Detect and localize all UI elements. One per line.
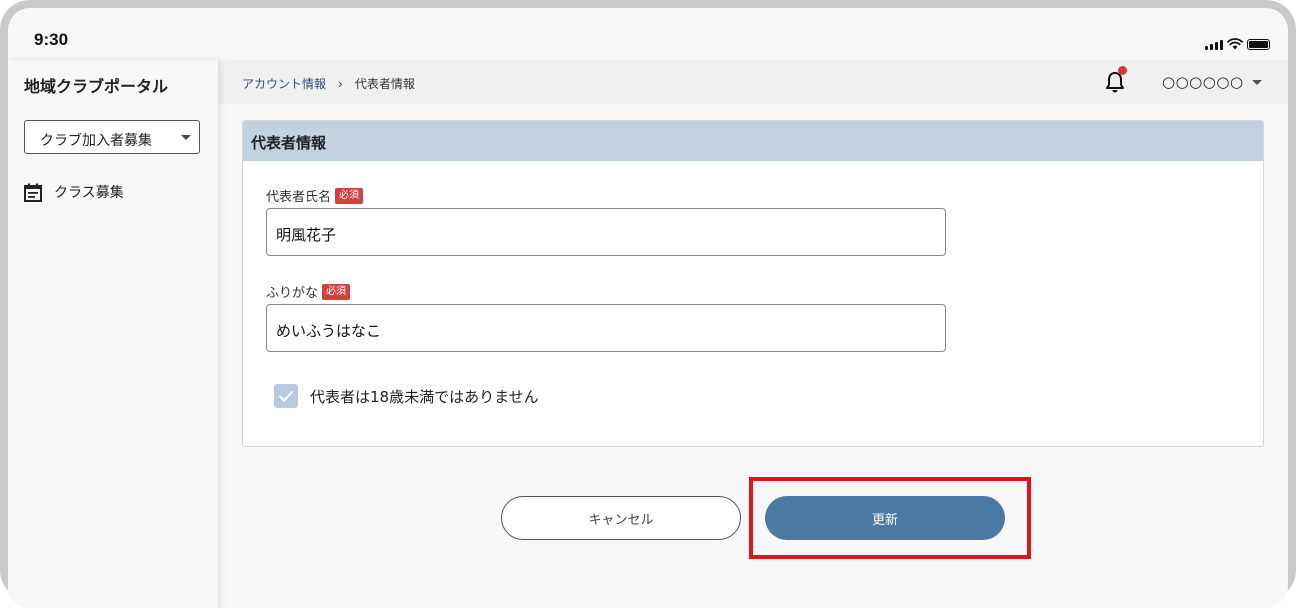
status-bar: 9:30 [8,8,1288,60]
representative-info-card: 代表者情報 代表者氏名 必須 明風花子 ふりがな 必須 めいふうはなこ 代表者は… [242,120,1264,447]
device-frame: 9:30 地域クラブポータル クラブ加入者募集 クラス募集 アカウント情報 › … [0,0,1296,608]
card-title: 代表者情報 [251,134,327,152]
input-value: 明風花子 [276,226,337,244]
sidebar: 地域クラブポータル クラブ加入者募集 クラス募集 [8,60,218,608]
user-name: ○○○○○○ [1162,73,1244,91]
furigana-input[interactable]: めいふうはなこ [266,304,946,352]
wifi-icon [1227,38,1243,50]
age-confirm-label: 代表者は18歳未満ではありません [310,387,539,406]
battery-icon [1247,39,1270,50]
sidebar-item-class-recruit[interactable]: クラス募集 [24,180,124,204]
breadcrumb-account-link[interactable]: アカウント情報 [242,75,326,92]
cancel-button[interactable]: キャンセル [501,496,741,540]
top-header: アカウント情報 › 代表者情報 ○○○○○○ [218,60,1288,104]
cellular-signal-icon [1205,39,1223,50]
caret-down-icon [181,135,191,140]
checkmark-icon [279,391,293,402]
app-screen: 9:30 地域クラブポータル クラブ加入者募集 クラス募集 アカウント情報 › … [8,8,1288,608]
field-label-text: 代表者氏名 [266,190,332,205]
app-title: 地域クラブポータル [24,77,169,96]
furigana-label: ふりがな 必須 [266,282,351,301]
representative-name-label: 代表者氏名 必須 [266,186,364,205]
chevron-right-icon: › [338,76,343,91]
breadcrumb-current: 代表者情報 [354,77,415,91]
breadcrumb: アカウント情報 › 代表者情報 [242,75,415,92]
update-highlight-frame [749,477,1031,559]
representative-name-input[interactable]: 明風花子 [266,208,946,256]
notification-dot [1118,66,1127,75]
field-label-text: ふりがな [266,286,319,301]
card-header: 代表者情報 [243,121,1263,161]
club-select[interactable]: クラブ加入者募集 [24,120,200,154]
user-menu[interactable]: ○○○○○○ [1162,73,1262,91]
required-badge: 必須 [322,283,351,300]
sidebar-item-label: クラス募集 [54,185,124,201]
input-value: めいふうはなこ [276,322,382,340]
age-confirm-checkbox[interactable] [274,384,298,408]
required-badge: 必須 [335,187,364,204]
status-icons [1205,38,1270,50]
calendar-icon [24,183,42,202]
club-select-value: クラブ加入者募集 [40,133,152,149]
caret-down-icon [1251,79,1262,85]
age-confirm-row: 代表者は18歳未満ではありません [274,384,539,408]
status-time: 9:30 [34,30,69,49]
